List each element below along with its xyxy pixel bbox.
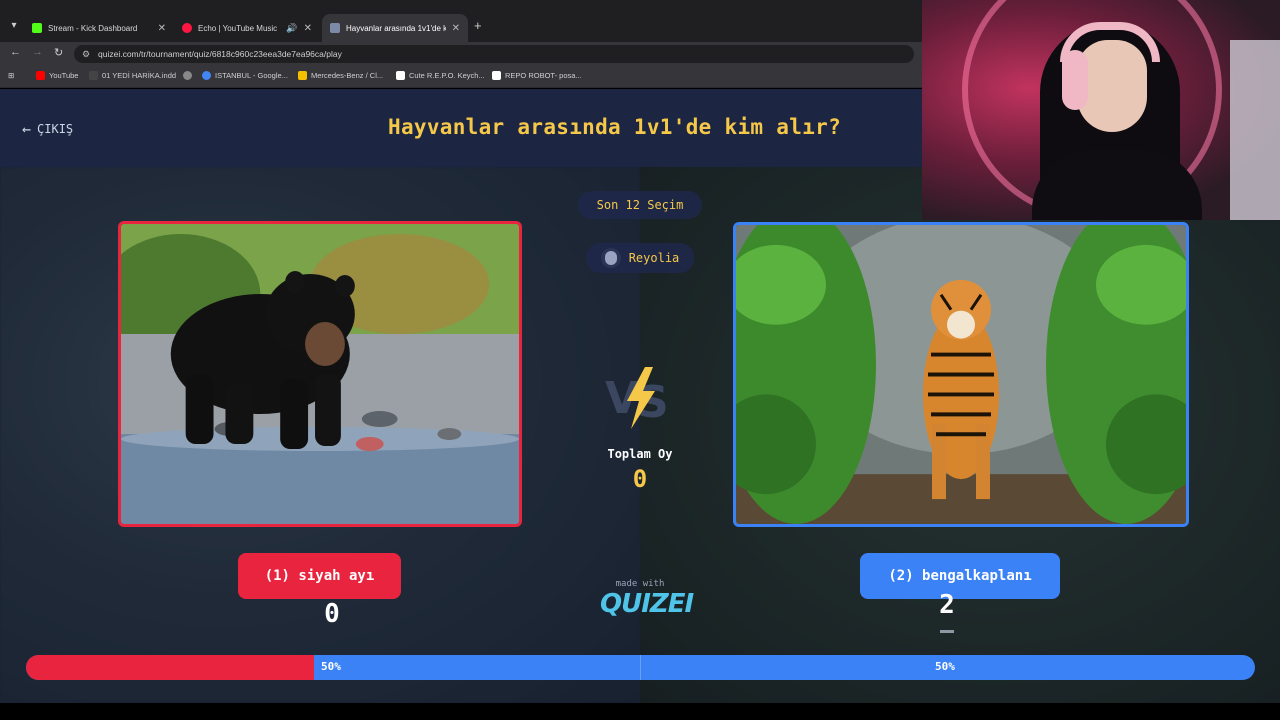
made-with-quizei[interactable]: made with QUIZEI	[600, 579, 694, 619]
tab-label: Echo | YouTube Music	[198, 23, 278, 33]
bengal-tiger-image	[736, 225, 1186, 524]
kick-favicon-icon	[32, 23, 42, 33]
document-icon	[89, 71, 98, 80]
bookmark-label: Cute R.E.P.O. Keych...	[409, 71, 485, 80]
google-icon	[202, 71, 211, 80]
total-votes-value: 0	[632, 465, 648, 493]
address-bar: ← → ↻ ⚙ quizei.com/tr/tournament/quiz/68…	[0, 42, 925, 66]
tab-label: Stream - Kick Dashboard	[48, 23, 138, 33]
bookmark-label: 01 YEDİ HARİKA.indd	[102, 71, 177, 80]
bookmarks-bar: ⊞ YouTube 01 YEDİ HARİKA.indd ISTANBUL -…	[0, 66, 925, 88]
s-logo-icon	[298, 71, 307, 80]
bookmark-repo-robot[interactable]: REPO ROBOT- posa...	[492, 71, 582, 80]
browser-tab-bar: ▾ Stream - Kick Dashboard ✕ Echo | YouTu…	[0, 0, 925, 42]
bottom-black-strip	[0, 703, 1280, 720]
quizei-logo: QUIZEI	[600, 589, 694, 619]
bookmark-label: ISTANBUL - Google...	[215, 71, 288, 80]
vs-lightning-icon: V S	[605, 367, 669, 429]
quiz-title: Hayvanlar arasında 1v1'de kim alır?	[388, 115, 842, 139]
bookmark-globe[interactable]	[183, 71, 196, 80]
option-2-card[interactable]	[733, 222, 1189, 527]
tab-quiz[interactable]: Hayvanlar arasında 1v1'de kim ✕	[322, 14, 468, 42]
recent-picks-pill[interactable]: Son 12 Seçim	[578, 191, 702, 219]
speaker-icon[interactable]: 🔊	[286, 23, 297, 34]
bookmark-istanbul[interactable]: ISTANBUL - Google...	[202, 71, 288, 80]
bookmark-youtube[interactable]: YouTube	[36, 71, 78, 80]
black-bear-image	[121, 224, 519, 524]
tab-search-icon[interactable]: ▾	[6, 18, 22, 34]
bar-center-divider	[640, 655, 641, 680]
url-input[interactable]: ⚙ quizei.com/tr/tournament/quiz/6818c960…	[74, 45, 914, 63]
bookmark-label: Mercedes-Benz / Cl...	[311, 71, 384, 80]
quiz-favicon-icon	[330, 23, 340, 33]
close-tab-icon[interactable]: ✕	[158, 23, 166, 34]
streamer-body	[1032, 150, 1202, 220]
bookmark-label: REPO ROBOT- posa...	[505, 71, 582, 80]
vote-split-bar: 50% 50%	[26, 655, 1255, 680]
quiz-header: ← ÇIKIŞ Hayvanlar arasında 1v1'de kim al…	[0, 89, 925, 167]
total-votes-label: Toplam Oy	[607, 447, 673, 461]
w-logo-icon	[396, 71, 405, 80]
option-2-label: (2) bengalkaplanı	[888, 568, 1032, 584]
voter-pill: Reyolia	[586, 243, 694, 273]
option-1-label: (1) siyah ayı	[264, 568, 375, 584]
exit-button[interactable]: ← ÇIKIŞ	[22, 120, 73, 138]
recent-picks-label: Son 12 Seçim	[596, 198, 684, 212]
exit-label: ÇIKIŞ	[37, 122, 74, 136]
option-1-card[interactable]	[118, 221, 522, 527]
bookmark-repo-keychain[interactable]: Cute R.E.P.O. Keych...	[396, 71, 485, 80]
apps-grid-icon[interactable]: ⊞	[8, 71, 14, 80]
new-tab-icon[interactable]: +	[474, 18, 482, 33]
streamer-webcam	[922, 0, 1280, 220]
back-arrow-icon[interactable]: ←	[10, 46, 21, 58]
forward-arrow-icon[interactable]: →	[32, 46, 43, 58]
youtube-music-favicon-icon	[182, 23, 192, 33]
bookmark-yedi-harika[interactable]: 01 YEDİ HARİKA.indd	[89, 71, 176, 80]
site-info-icon[interactable]: ⚙	[82, 45, 90, 63]
vote-count-underline	[940, 630, 954, 633]
voter-name: Reyolia	[628, 251, 680, 265]
option-1-bar-fill	[26, 655, 314, 680]
youtube-icon	[36, 71, 45, 80]
option-1-button[interactable]: (1) siyah ayı	[238, 553, 401, 599]
option-2-vote-count: 2	[939, 590, 955, 620]
close-tab-icon[interactable]: ✕	[452, 23, 460, 34]
option-2-percent: 50%	[935, 660, 955, 673]
headphone-icon	[1062, 50, 1088, 110]
w-logo-icon	[492, 71, 501, 80]
option-1-vote-count: 0	[324, 599, 340, 629]
tab-kick-dashboard[interactable]: Stream - Kick Dashboard ✕	[24, 14, 174, 42]
background-shelf	[1230, 40, 1280, 220]
globe-icon	[183, 71, 192, 80]
option-1-percent: 50%	[321, 660, 341, 673]
user-avatar	[600, 248, 621, 268]
tab-youtube-music[interactable]: Echo | YouTube Music 🔊 ✕	[174, 14, 320, 42]
reload-icon[interactable]: ↻	[54, 46, 63, 59]
close-tab-icon[interactable]: ✕	[304, 23, 312, 34]
bookmark-mercedes[interactable]: Mercedes-Benz / Cl...	[298, 71, 383, 80]
bookmark-label: YouTube	[49, 71, 79, 80]
tab-label: Hayvanlar arasında 1v1'de kim	[346, 23, 446, 33]
url-text: quizei.com/tr/tournament/quiz/6818c960c2…	[98, 49, 342, 59]
back-arrow-icon: ←	[22, 120, 32, 138]
made-with-label: made with	[615, 579, 665, 589]
